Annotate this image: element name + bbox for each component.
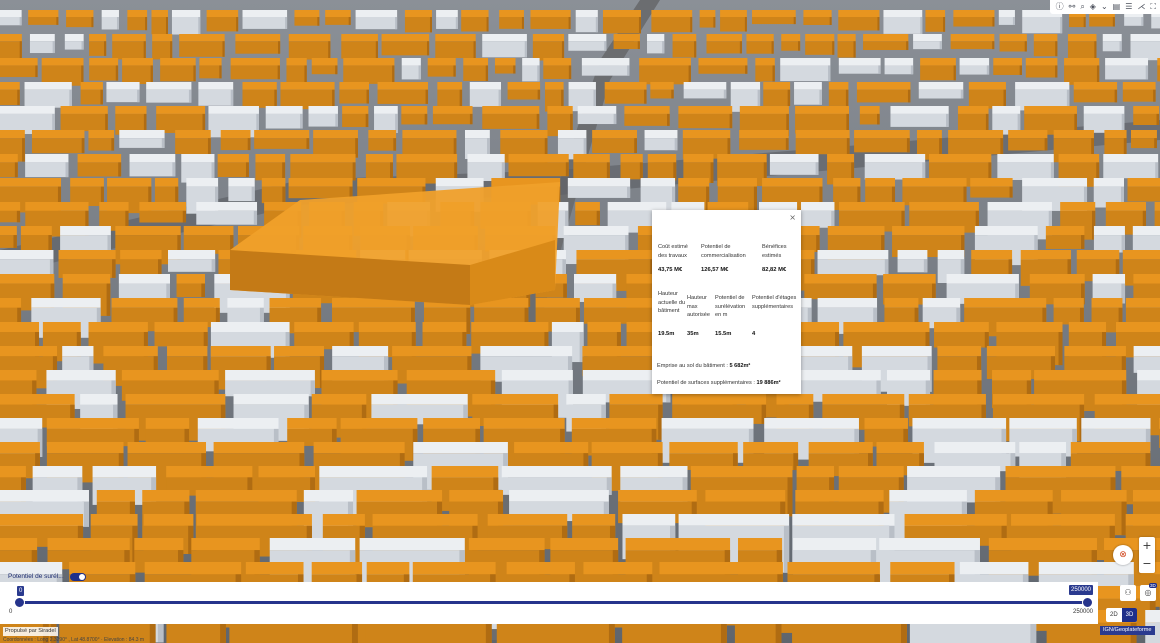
- building-info-popup: × Coût estimé des travaux Potentiel de c…: [652, 210, 801, 394]
- ign-attribution[interactable]: IGN/Geoplateforme: [1100, 626, 1155, 635]
- footprint-line: Emprise au sol du bâtiment : 5 682m²: [657, 363, 750, 369]
- profit-label: Bénéfices estimés: [762, 244, 787, 259]
- chevron-down-icon[interactable]: ⌄: [1101, 0, 1108, 14]
- surface-line: Potentiel de surfaces supplémentaires : …: [657, 380, 780, 386]
- layer-list-icon[interactable]: ▤: [1113, 0, 1121, 14]
- layers-icon[interactable]: ◈: [1090, 0, 1096, 14]
- elevation-potential-value: 15.5m: [715, 331, 732, 337]
- scale-min-label: 0: [9, 609, 13, 615]
- commercial-potential-value: 126,57 M€: [701, 267, 729, 273]
- cost-value: 43,75 M€: [658, 267, 683, 273]
- person-icon[interactable]: ⚇: [1120, 585, 1136, 601]
- attribution[interactable]: Propulsé par Siradel: [3, 627, 58, 636]
- map-3d-view[interactable]: [0, 0, 1160, 643]
- layer-label: Potentiel de surél...: [8, 573, 64, 580]
- range-min-badge: 0: [17, 586, 25, 596]
- range-min-handle[interactable]: [14, 597, 25, 608]
- view-mode-toggle: 2D 3D: [1106, 608, 1138, 622]
- range-max-badge: 250000: [1069, 585, 1094, 595]
- surface-label: Potentiel de surfaces supplémentaires :: [657, 380, 757, 386]
- map-toolbar: ⓘ ⚯ ⌕ ◈ ⌄ ▤ ☰ ⋌ ⛶: [1049, 0, 1160, 14]
- 3d-badge: 3D: [1149, 583, 1157, 588]
- cost-label: Coût estimé des travaux: [658, 244, 688, 259]
- floors-potential-value: 4: [752, 331, 756, 337]
- elevation-potential-label: Potentiel de surélévation en m: [715, 295, 746, 318]
- max-height-label: Hauteur max autorisée: [687, 295, 711, 318]
- floors-potential-label: Potentiel d'étages supplémentaires: [752, 295, 797, 310]
- scale-max-label: 250000: [1073, 609, 1094, 615]
- zoom-out-button[interactable]: −: [1139, 555, 1155, 573]
- binoculars-icon[interactable]: ⚯: [1069, 0, 1076, 14]
- fullscreen-icon[interactable]: ⛶: [1150, 0, 1156, 14]
- legend-icon[interactable]: ☰: [1125, 0, 1132, 14]
- layer-toggle[interactable]: [69, 572, 86, 581]
- share-icon[interactable]: ⋌: [1137, 0, 1145, 14]
- max-height-value: 35m: [687, 331, 699, 337]
- profit-value: 82,82 M€: [762, 267, 787, 273]
- surface-value: 19 886m²: [756, 380, 781, 386]
- range-track[interactable]: [19, 601, 1087, 604]
- range-max-handle[interactable]: [1082, 597, 1093, 608]
- view-2d-button[interactable]: 2D: [1106, 608, 1122, 622]
- close-icon[interactable]: ×: [789, 213, 796, 222]
- status-bar: Coordonnées : Long 2.3290° , Lat 48.8700…: [3, 637, 145, 643]
- zoom-in-button[interactable]: +: [1139, 537, 1155, 555]
- zoom-control: + −: [1139, 537, 1155, 573]
- city-buildings-scene[interactable]: [0, 0, 1160, 643]
- footprint-label: Emprise au sol du bâtiment :: [657, 363, 730, 369]
- current-height-label: Hauteur actuelle du bâtiment: [658, 291, 686, 314]
- footprint-value: 5 682m²: [729, 363, 751, 369]
- commercial-potential-label: Potentiel de commercialisation: [701, 244, 746, 259]
- search-icon[interactable]: ⌕: [1080, 0, 1084, 14]
- info-icon[interactable]: ⓘ: [1056, 0, 1064, 14]
- view-3d-button[interactable]: 3D: [1121, 608, 1138, 622]
- compass-icon[interactable]: ⊗: [1113, 545, 1133, 565]
- current-height-value: 19.5m: [658, 331, 675, 337]
